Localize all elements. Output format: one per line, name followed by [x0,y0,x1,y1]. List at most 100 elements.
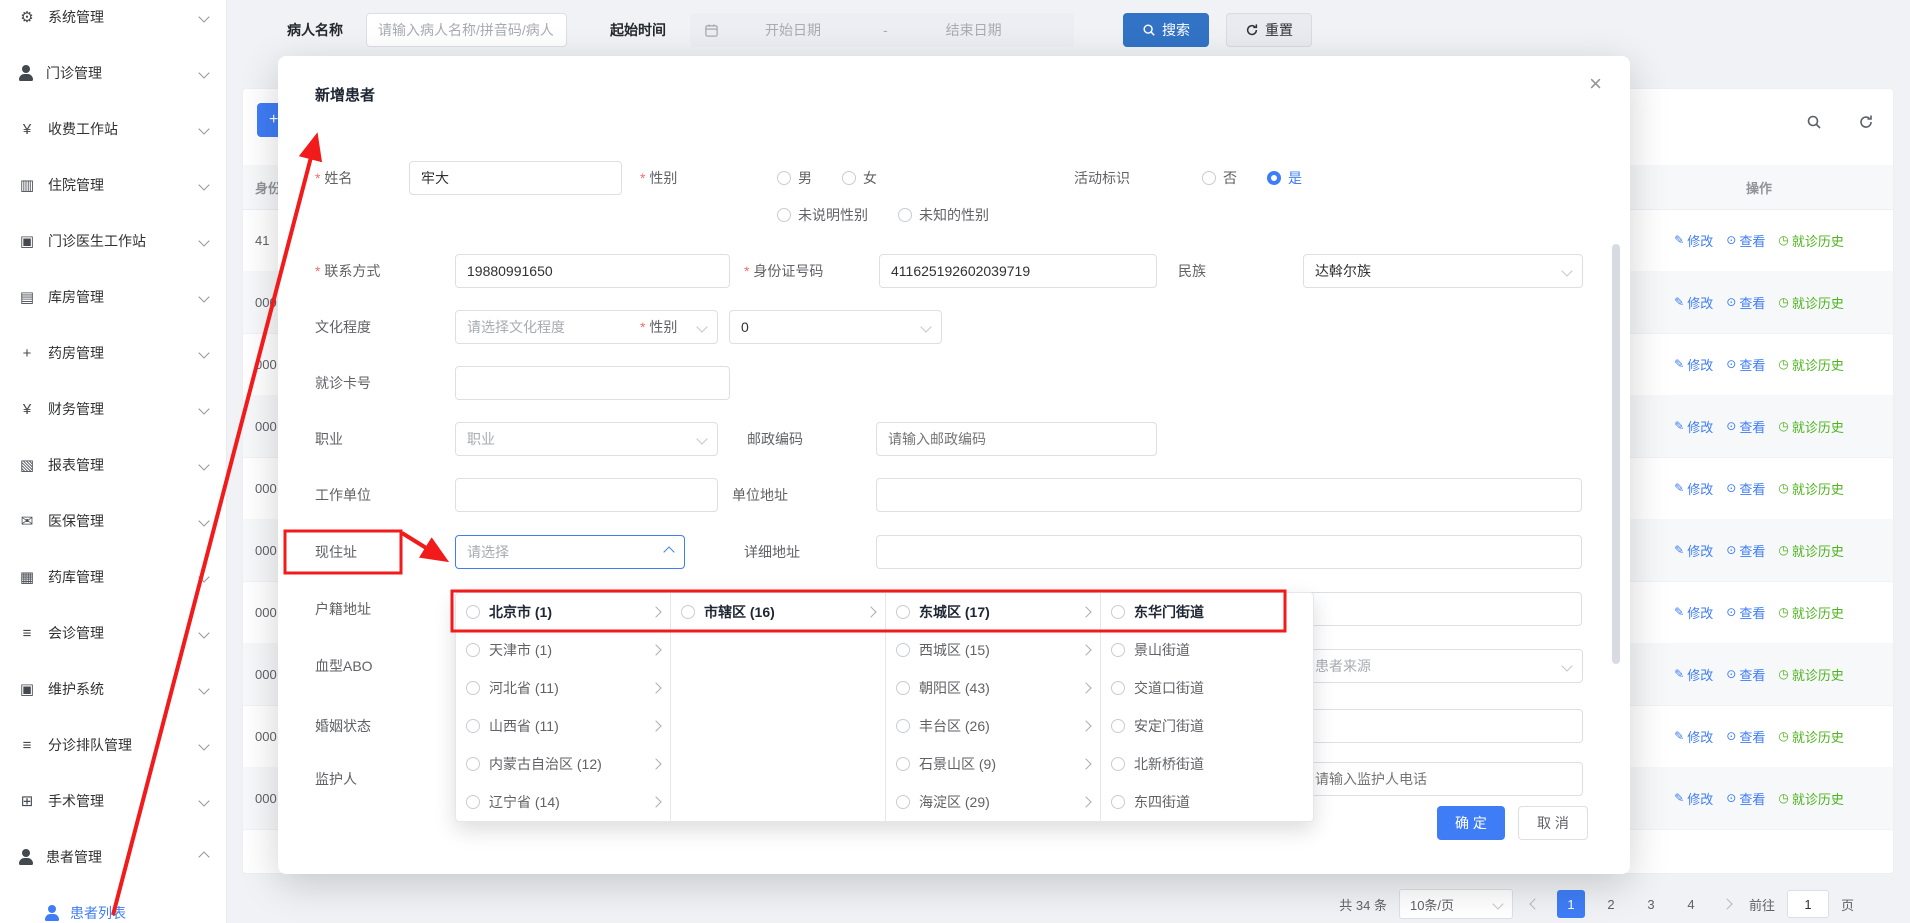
sidebar-item-outpatient-mgmt[interactable]: 门诊管理 [0,45,226,101]
history-link[interactable]: ◷就诊历史 [1778,789,1844,808]
radio-active-no[interactable]: 否 [1202,168,1237,188]
guardian-phone-input[interactable] [1303,762,1583,796]
prev-page-button[interactable] [1525,890,1545,918]
cascader-option[interactable]: 辽宁省 (14) [456,783,670,821]
history-link[interactable]: ◷就诊历史 [1778,231,1844,250]
cascader-option[interactable]: 安定门街道 [1101,707,1313,745]
view-link[interactable]: ⊙查看 [1726,541,1765,560]
history-link[interactable]: ◷就诊历史 [1778,417,1844,436]
id-number-input[interactable] [879,254,1157,288]
edit-link[interactable]: ✎修改 [1674,293,1713,312]
table-refresh-icon[interactable] [1849,105,1883,139]
view-link[interactable]: ⊙查看 [1726,231,1765,250]
name-input[interactable] [409,161,622,195]
cascader-option[interactable]: 朝阳区 (43) [886,669,1100,707]
history-link[interactable]: ◷就诊历史 [1778,603,1844,622]
edit-link[interactable]: ✎修改 [1674,789,1713,808]
sidebar-item-patient-list[interactable]: 患者列表 [0,885,226,923]
next-page-button[interactable] [1717,890,1737,918]
view-link[interactable]: ⊙查看 [1726,603,1765,622]
page-button-2[interactable]: 2 [1597,890,1625,918]
radio-gender-unexplained[interactable]: 未说明性别 [777,205,868,225]
sidebar-item-maintenance-system[interactable]: ▣ 维护系统 [0,661,226,717]
edit-link[interactable]: ✎修改 [1674,417,1713,436]
dialog-scrollbar[interactable] [1612,244,1620,664]
sidebar-item-warehouse-mgmt[interactable]: ▤ 库房管理 [0,269,226,325]
history-link[interactable]: ◷就诊历史 [1778,479,1844,498]
patient-name-input[interactable] [366,13,567,47]
page-button-4[interactable]: 4 [1677,890,1705,918]
history-link[interactable]: ◷就诊历史 [1778,541,1844,560]
cascader-option[interactable]: 西城区 (15) [886,631,1100,669]
page-button-3[interactable]: 3 [1637,890,1665,918]
view-link[interactable]: ⊙查看 [1726,355,1765,374]
contact-input[interactable] [455,254,730,288]
patient-source-select[interactable]: 患者来源 [1303,649,1583,683]
radio-active-yes[interactable]: 是 [1267,168,1302,188]
marriage-right-input[interactable] [1303,709,1583,743]
ethnic-select[interactable]: 达斡尔族 [1303,254,1583,288]
cascader-option[interactable]: 丰台区 (26) [886,707,1100,745]
detail-address-input[interactable] [876,535,1582,569]
history-link[interactable]: ◷就诊历史 [1778,665,1844,684]
sidebar-item-pharmacy-mgmt[interactable]: + 药房管理 [0,325,226,381]
unit-address-input[interactable] [876,478,1582,512]
sidebar-item-patient-mgmt[interactable]: 患者管理 [0,829,226,885]
cascader-option[interactable]: 海淀区 (29) [886,783,1100,821]
reset-button[interactable]: 重置 [1226,13,1312,47]
sidebar-item-outpatient-doctor-workstation[interactable]: ▣ 门诊医生工作站 [0,213,226,269]
cascader-option[interactable]: 北京市 (1) [456,593,670,631]
gender2-select[interactable]: 0 [729,310,942,344]
occupation-select[interactable]: 职业 [455,422,718,456]
postcode-input[interactable] [876,422,1157,456]
education-select[interactable]: 请选择文化程度 [455,310,718,344]
radio-gender-unknown[interactable]: 未知的性别 [898,205,989,225]
close-icon[interactable]: × [1583,70,1608,98]
edit-link[interactable]: ✎修改 [1674,231,1713,250]
cascader-option[interactable]: 交道口街道 [1101,669,1313,707]
cascader-option[interactable]: 石景山区 (9) [886,745,1100,783]
edit-link[interactable]: ✎修改 [1674,355,1713,374]
sidebar-item-finance-mgmt[interactable]: ¥ 财务管理 [0,381,226,437]
edit-link[interactable]: ✎修改 [1674,665,1713,684]
page-size-select[interactable]: 10条/页 [1399,889,1513,919]
cascader-option[interactable]: 天津市 (1) [456,631,670,669]
view-link[interactable]: ⊙查看 [1726,293,1765,312]
sidebar-item-drugstore-mgmt[interactable]: ▦ 药库管理 [0,549,226,605]
sidebar-item-insurance-mgmt[interactable]: ✉ 医保管理 [0,493,226,549]
radio-male[interactable]: 男 [777,168,812,188]
cascader-option[interactable]: 东城区 (17) [886,593,1100,631]
history-link[interactable]: ◷就诊历史 [1778,293,1844,312]
sidebar-item-consultation-mgmt[interactable]: ≡ 会诊管理 [0,605,226,661]
view-link[interactable]: ⊙查看 [1726,665,1765,684]
cascader-option[interactable]: 山西省 (11) [456,707,670,745]
edit-link[interactable]: ✎修改 [1674,541,1713,560]
sidebar-item-inpatient-mgmt[interactable]: ▥ 住院管理 [0,157,226,213]
edit-link[interactable]: ✎修改 [1674,727,1713,746]
workunit-input[interactable] [455,478,718,512]
page-button-1[interactable]: 1 [1557,890,1585,918]
cascader-option[interactable]: 市辖区 (16) [671,593,885,631]
history-link[interactable]: ◷就诊历史 [1778,727,1844,746]
view-link[interactable]: ⊙查看 [1726,789,1765,808]
sidebar-item-system-mgmt[interactable]: ⚙ 系统管理 [0,0,226,45]
sidebar-item-triage-queue-mgmt[interactable]: ≡ 分诊排队管理 [0,717,226,773]
view-link[interactable]: ⊙查看 [1726,417,1765,436]
edit-link[interactable]: ✎修改 [1674,479,1713,498]
cascader-option[interactable]: 河北省 (11) [456,669,670,707]
sidebar-item-report-mgmt[interactable]: ▧ 报表管理 [0,437,226,493]
visit-card-input[interactable] [455,366,730,400]
goto-page-input[interactable] [1787,890,1829,918]
table-search-icon[interactable] [1797,105,1831,139]
sidebar-item-billing-workstation[interactable]: ¥ 收费工作站 [0,101,226,157]
edit-link[interactable]: ✎修改 [1674,603,1713,622]
cascader-option[interactable]: 北新桥街道 [1101,745,1313,783]
cascader-option[interactable]: 东华门街道 [1101,593,1313,631]
view-link[interactable]: ⊙查看 [1726,727,1765,746]
cascader-option[interactable]: 东四街道 [1101,783,1313,821]
radio-female[interactable]: 女 [842,168,877,188]
confirm-button[interactable]: 确 定 [1437,806,1505,840]
cancel-button[interactable]: 取 消 [1518,806,1588,840]
cascader-option[interactable]: 景山街道 [1101,631,1313,669]
search-button[interactable]: 搜索 [1123,13,1209,47]
